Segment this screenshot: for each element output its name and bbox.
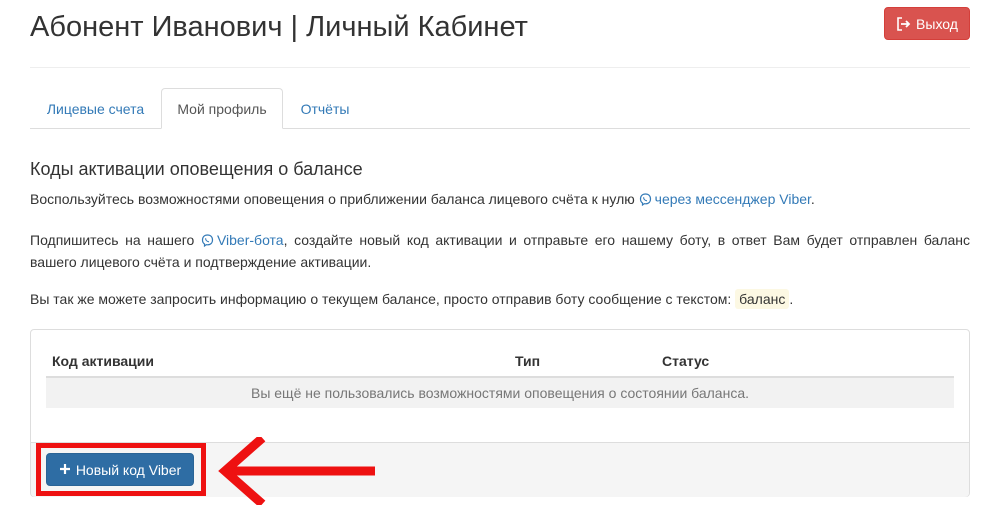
logout-label: Выход [916,15,958,32]
tab-accounts[interactable]: Лицевые счета [30,88,161,129]
header-divider [30,67,970,68]
logout-button[interactable]: Выход [884,7,970,40]
balance-command-code: баланс [735,289,790,309]
sign-out-icon [896,16,912,31]
column-header-activation-code: Код активации [52,353,154,369]
intro-text: Воспользуйтесь возможностями оповещения … [30,191,635,207]
column-header-type: Тип [515,353,541,369]
profile-tabs: Лицевые счета Мой профиль Отчёты [30,88,970,129]
column-header-status: Статус [662,353,710,369]
intro-end: . [810,191,815,207]
subscribe-paragraph: Подпишитесь на нашего Viber-бота, создай… [30,230,970,272]
viber-messenger-link-label: через мессенджер Viber [654,191,811,207]
tab-reports[interactable]: Отчёты [283,88,367,129]
table-empty-row: Вы ещё не пользовались возможностями опо… [46,378,954,408]
section-title: Коды активации оповещения о балансе [30,159,363,179]
page-title: Абонент Иванович | Личный Кабинет [30,11,528,43]
viber-icon [201,232,214,252]
viber-bot-link-label: Viber-бота [216,232,284,248]
tab-my-profile[interactable]: Мой профиль [161,88,283,129]
annotation-highlight-box [36,443,206,496]
viber-icon [639,191,652,211]
balance-query-paragraph: Вы так же можете запросить информацию о … [30,289,970,309]
balance-query-text: Вы так же можете запросить информацию о … [30,291,732,307]
viber-messenger-link[interactable]: через мессенджер Viber [639,191,811,207]
arrow-left-icon [215,434,377,508]
intro-paragraph: Воспользуйтесь возможностями оповещения … [30,189,970,211]
balance-query-end: . [789,291,794,307]
viber-bot-link[interactable]: Viber-бота [201,232,284,248]
subscribe-text-start: Подпишитесь на нашего [30,232,195,248]
